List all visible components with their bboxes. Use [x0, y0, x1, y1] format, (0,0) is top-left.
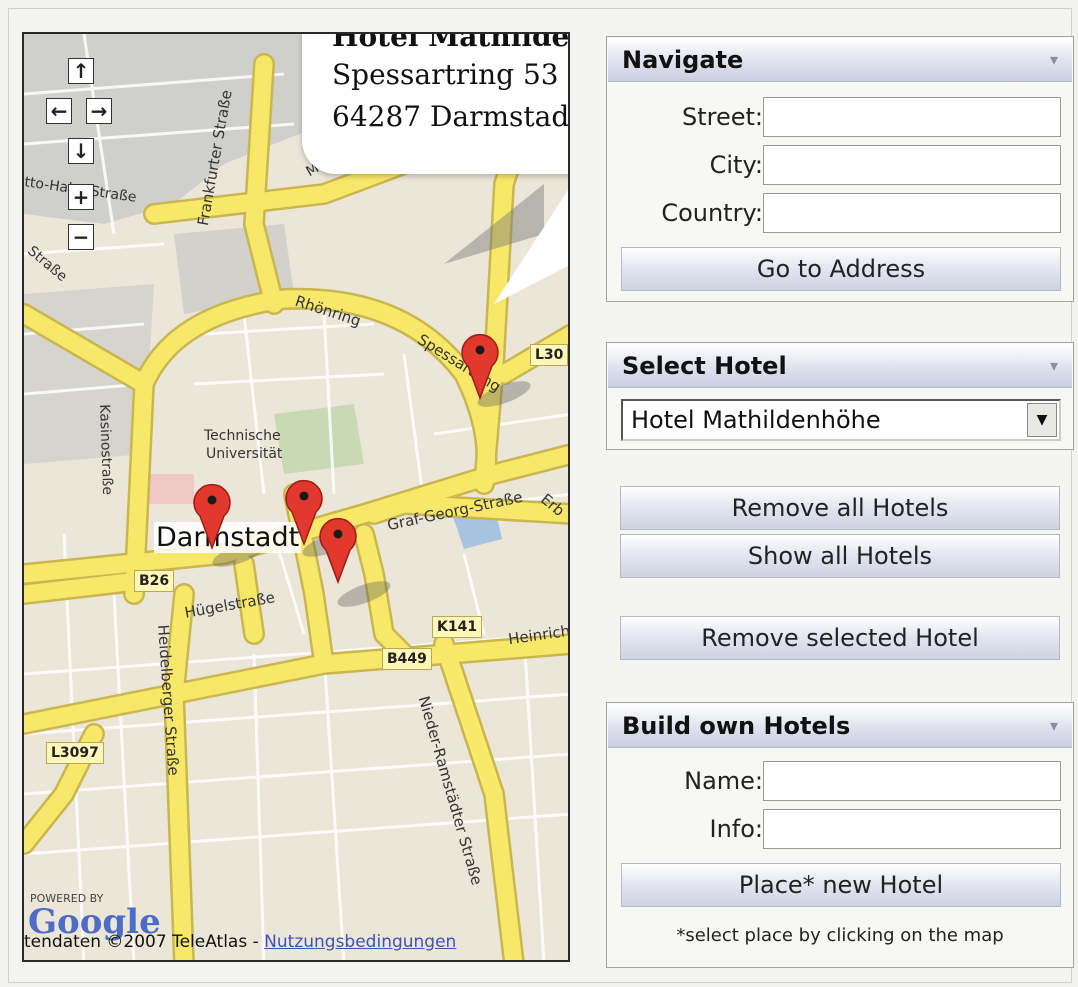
panel-title: Build own Hotels	[622, 712, 851, 740]
collapse-chevron-icon[interactable]: ▾	[1050, 704, 1058, 748]
city-input[interactable]	[763, 145, 1061, 185]
country-input[interactable]	[763, 193, 1061, 233]
street-row: Street:	[607, 97, 1073, 137]
city-label: City:	[709, 151, 763, 179]
pan-right-icon[interactable]: →	[86, 98, 112, 124]
panel-title: Navigate	[622, 46, 744, 74]
map-copyright: tendaten ©2007 TeleAtlas - Nutzungsbedin…	[24, 932, 456, 952]
name-row: Name:	[607, 761, 1073, 801]
dropdown-arrow-icon[interactable]: ▼	[1027, 403, 1057, 437]
collapse-chevron-icon[interactable]: ▾	[1050, 344, 1058, 388]
select-hotel-panel: Select Hotel ▾ Hotel Mathildenhöhe ▼	[606, 342, 1074, 450]
road-sign: B26	[134, 570, 175, 592]
country-label: Country:	[661, 199, 763, 227]
select-hotel-header[interactable]: Select Hotel ▾	[608, 344, 1072, 388]
pan-up-icon[interactable]: ↑	[68, 58, 94, 84]
zoom-out-icon[interactable]: −	[68, 224, 94, 250]
go-to-address-button[interactable]: Go to Address	[621, 247, 1061, 291]
navigate-header[interactable]: Navigate ▾	[608, 38, 1072, 82]
build-hotels-header[interactable]: Build own Hotels ▾	[608, 704, 1072, 748]
pan-left-icon[interactable]: ←	[46, 98, 72, 124]
build-hotels-panel: Build own Hotels ▾ Name: Info: Place* ne…	[606, 702, 1074, 968]
copyright-text: tendaten ©2007 TeleAtlas -	[24, 932, 265, 952]
remove-all-hotels-button[interactable]: Remove all Hotels	[620, 486, 1060, 530]
poi-label: Technische	[204, 428, 281, 444]
hotel-marker-icon[interactable]	[316, 512, 360, 584]
remove-selected-hotel-button[interactable]: Remove selected Hotel	[620, 616, 1060, 660]
show-all-hotels-button[interactable]: Show all Hotels	[620, 534, 1060, 578]
name-label: Name:	[684, 767, 763, 795]
road-sign: B449	[382, 648, 432, 670]
country-row: Country:	[607, 193, 1073, 233]
pan-down-icon[interactable]: ↓	[68, 138, 94, 164]
hotel-info-input[interactable]	[763, 809, 1061, 849]
hotel-marker-icon[interactable]	[458, 328, 502, 400]
hotel-marker-icon[interactable]	[190, 478, 234, 550]
terms-link[interactable]: Nutzungsbedingungen	[264, 932, 456, 952]
map-info-window: Hotel Mathilden Spessartring 53 64287 Da…	[302, 34, 570, 174]
collapse-chevron-icon[interactable]: ▾	[1050, 38, 1058, 82]
placement-hint: *select place by clicking on the map	[676, 925, 1004, 946]
info-window-title: Hotel Mathilden	[332, 34, 570, 53]
street-label: Street:	[681, 103, 763, 131]
road-sign: K141	[432, 616, 483, 638]
zoom-in-icon[interactable]: +	[68, 184, 94, 210]
map-view[interactable]: Frankfurter Straße Rhönring Spessartring…	[22, 32, 570, 962]
hotel-name-input[interactable]	[763, 761, 1061, 801]
place-new-hotel-button[interactable]: Place* new Hotel	[621, 863, 1061, 907]
poi-label: Universität	[206, 446, 283, 462]
navigate-panel: Navigate ▾ Street: City: Country: Go to …	[606, 36, 1074, 302]
road-sign: L3097	[46, 742, 104, 764]
hotel-select-value: Hotel Mathildenhöhe	[631, 406, 881, 434]
info-window-street: Spessartring 53	[332, 58, 559, 91]
panel-title: Select Hotel	[622, 352, 787, 380]
street-input[interactable]	[763, 97, 1061, 137]
city-row: City:	[607, 145, 1073, 185]
info-label: Info:	[709, 815, 763, 843]
road-sign: L30	[530, 344, 568, 366]
info-row: Info:	[607, 809, 1073, 849]
street-label: Kasinostraße	[96, 404, 116, 496]
info-window-city: 64287 Darmstadt	[332, 100, 570, 133]
hotel-select[interactable]: Hotel Mathildenhöhe ▼	[621, 399, 1061, 441]
